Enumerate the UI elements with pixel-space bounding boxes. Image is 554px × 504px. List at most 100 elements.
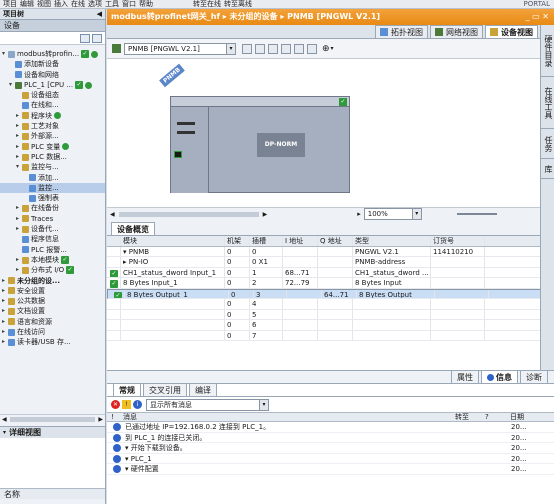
tree-item[interactable]: ▸ 读卡器/USB 存... [0, 337, 105, 347]
table-row[interactable]: 06 [107, 320, 554, 331]
relation-tool-icon[interactable] [294, 43, 304, 54]
tree-item[interactable]: ▸ 设备代... [0, 224, 105, 234]
tree-item[interactable]: ▸ 本地模块 ✓ [0, 255, 105, 265]
menu-online[interactable]: 在线 [71, 0, 85, 8]
menu-view[interactable]: 视图 [37, 0, 51, 8]
menu-insert[interactable]: 插入 [54, 0, 68, 8]
menu-tools[interactable]: 工具 [105, 0, 119, 8]
overview-col-header[interactable]: 机架 [225, 236, 250, 246]
table-row[interactable]: 04 [107, 299, 554, 310]
tree-item[interactable]: ▸ 外部源... [0, 131, 105, 141]
tree-item[interactable]: ▸ 语言和资源 [0, 317, 105, 327]
tree-item[interactable]: ▸ PLC 数据... [0, 152, 105, 162]
tab-compile[interactable]: 编译 [189, 383, 217, 396]
tab-info[interactable]: 信息 [481, 370, 518, 383]
tab-network-view[interactable]: 网络视图 [430, 25, 483, 38]
table-row[interactable]: ✓ 8 Bytes Input_1 0 2 72...79 8 Bytes Input [107, 278, 554, 289]
pane-options-icon[interactable] [92, 33, 102, 43]
menu-help[interactable]: 帮助 [139, 0, 153, 8]
zoom-slider[interactable] [456, 213, 497, 215]
message-filter-select[interactable]: 显示所有消息 ▾ [146, 398, 269, 411]
tree-item[interactable]: ▸ 工艺对象 [0, 121, 105, 131]
message-row[interactable]: ▾ PLC_1 20... [107, 454, 554, 464]
zoom-dropdown-icon[interactable]: ▾ [331, 45, 334, 52]
tree-item[interactable]: ▸ 未分组的设... [0, 276, 105, 286]
overview-col-header[interactable]: Q 地址 [318, 236, 353, 246]
message-col-goto[interactable]: 转至 [455, 412, 485, 422]
canvas-hscrollbar[interactable] [118, 211, 259, 217]
device-properties-icon[interactable] [242, 43, 252, 54]
overview-col-header[interactable]: 类型 [353, 236, 431, 246]
tree-item[interactable]: ▸ 文档设置 [0, 306, 105, 316]
table-row[interactable]: ▾ PNMB 0 0 PNGWL V2.1 114110210 [107, 246, 554, 257]
zoom-select[interactable]: 100% ▾ [363, 208, 422, 220]
message-col-text[interactable]: 消息 [123, 412, 455, 422]
list-view-icon[interactable] [80, 33, 90, 43]
tree-item[interactable]: 设备和网络 [0, 70, 105, 80]
task-card-online-tools[interactable]: 在线工具 [541, 77, 554, 129]
tree-item[interactable]: 添加新设备 [0, 59, 105, 69]
canvas-scroll-right-icon[interactable]: ▶ [263, 211, 268, 218]
table-row[interactable]: 07 [107, 330, 554, 341]
tree-item[interactable]: ▸ 在线访问 [0, 327, 105, 337]
table-row[interactable]: ✓ CH1_status_dword Input_1 0 1 68...71 CH1_st… [107, 267, 554, 278]
menu-options[interactable]: 选项 [88, 0, 102, 8]
label-toggle-icon[interactable] [307, 43, 317, 54]
overview-col-header[interactable]: 模块 [121, 236, 225, 246]
overview-col-header[interactable] [107, 236, 121, 246]
tab-cross-reference[interactable]: 交叉引用 [143, 383, 187, 396]
zoom-fit-icon[interactable]: ▸ [357, 210, 361, 218]
connection-tool-icon[interactable] [281, 43, 291, 54]
message-row[interactable]: ▾ 硬件配置 20... [107, 464, 554, 475]
table-row[interactable]: ▸ PN-IO 0 0 X1 PNMB-address [107, 257, 554, 268]
tree-item[interactable]: 添加... [0, 173, 105, 183]
tree-item[interactable]: 程序信息 [0, 234, 105, 244]
go-online-button[interactable]: 转至在线 [193, 0, 221, 8]
detail-expand-icon[interactable]: ▾ [3, 429, 6, 436]
detail-name-column[interactable]: 名称 [4, 490, 20, 499]
table-row[interactable]: 05 [107, 309, 554, 320]
tree-item[interactable]: ▸ 在线备份 [0, 203, 105, 213]
menu-window[interactable]: 窗口 [122, 0, 136, 8]
tree-item[interactable]: ▸ 公共数据 [0, 296, 105, 306]
tree-item[interactable]: ▸ Traces [0, 214, 105, 224]
tab-device-view[interactable]: 设备视图 [485, 25, 538, 38]
tree-item[interactable]: ▾ PLC_1 [CPU ... ✓ [0, 80, 105, 90]
tree-item[interactable]: ▸ 分布式 I/O ✓ [0, 265, 105, 275]
tab-properties[interactable]: 属性 [451, 370, 479, 383]
tab-general[interactable]: 常规 [113, 383, 141, 396]
tree-scroll-left-icon[interactable]: ◀ [2, 416, 7, 423]
tree-item[interactable]: 强制表 [0, 193, 105, 203]
tree-item[interactable]: 监控... [0, 182, 105, 194]
warning-filter-icon[interactable]: ! [122, 400, 131, 409]
message-row[interactable]: 到 PLC_1 的连接已关闭。 20... [107, 433, 554, 443]
device-select[interactable]: PNMB [PNGWL V2.1] ▾ [124, 42, 236, 55]
tree-item[interactable]: PLC 报警... [0, 245, 105, 255]
task-card-libraries[interactable]: 库 [541, 159, 554, 179]
menu-edit[interactable]: 编辑 [20, 0, 34, 8]
go-offline-button[interactable]: 转至离线 [224, 0, 252, 8]
error-filter-icon[interactable]: ✕ [111, 400, 120, 409]
tree-item[interactable]: 设备组态 [0, 90, 105, 100]
network-tool-icon[interactable] [268, 43, 278, 54]
task-card-hardware-catalog[interactable]: 硬件目录 [541, 25, 554, 77]
show-module-icon[interactable] [255, 43, 265, 54]
tree-item[interactable]: ▸ 程序块 [0, 111, 105, 121]
message-col-date[interactable]: 日期 [510, 412, 524, 422]
tree-scrollbar[interactable] [9, 417, 96, 422]
window-controls[interactable]: _ ▭ ✕ [526, 9, 549, 25]
overview-col-header[interactable]: I 地址 [283, 236, 318, 246]
info-filter-icon[interactable]: i [133, 400, 142, 409]
message-row[interactable]: 已通过地址 IP=192.168.0.2 连接到 PLC_1。 20... [107, 422, 554, 433]
message-row[interactable]: ▾ 开始下载到设备。 20... [107, 443, 554, 454]
tree-item[interactable]: 在线和... [0, 100, 105, 110]
rack-body[interactable]: ✓ DP-NORM [170, 96, 350, 193]
tab-diagnostics[interactable]: 诊断 [520, 370, 548, 383]
overview-col-header[interactable]: 插槽 [250, 236, 283, 246]
tree-item[interactable]: ▸ 安全设置 [0, 286, 105, 296]
message-col-help[interactable]: ? [485, 413, 510, 421]
task-card-tasks[interactable]: 任务 [541, 129, 554, 159]
menu-project[interactable]: 项目 [3, 0, 17, 8]
overview-col-header[interactable]: 订货号 [431, 236, 485, 246]
device-canvas[interactable]: PNMB ✓ DP-NORM [107, 59, 540, 207]
